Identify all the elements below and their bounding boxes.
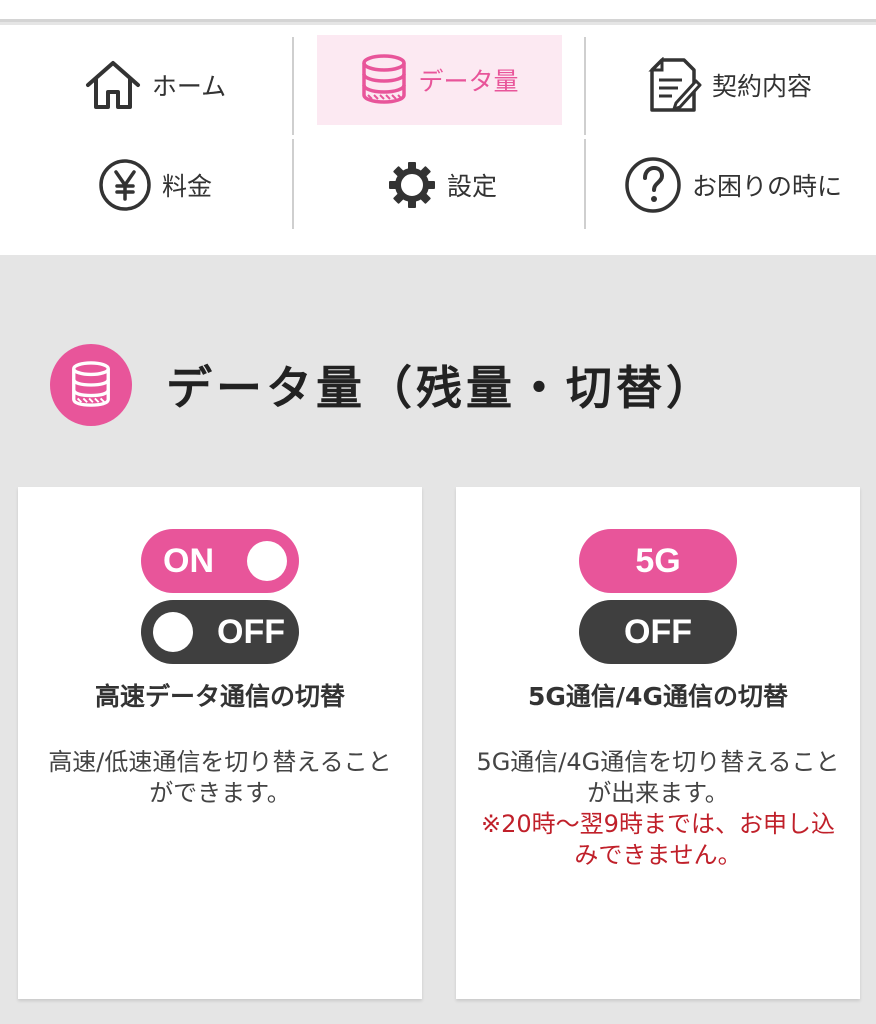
contract-document-icon	[648, 57, 702, 113]
yen-icon	[98, 158, 152, 212]
nav-divider	[584, 37, 586, 135]
card-title: 高速データ通信の切替	[94, 682, 345, 711]
speed-switch-card[interactable]: ON OFF 高速データ通信の切替 高速/低速通信を切り替えることができます。	[18, 487, 422, 999]
database-icon	[50, 344, 132, 426]
5g-switch-card[interactable]: 5G OFF 5G通信/4G通信の切替 5G通信/4G通信を切り替えることが出来…	[456, 487, 860, 999]
question-icon	[624, 156, 682, 214]
nav-help[interactable]: お困りの時に	[600, 137, 866, 233]
on-label: ON	[163, 541, 214, 580]
toggle-knob	[247, 541, 287, 581]
card-description: 5G通信/4G通信を切り替えることが出来ます。	[476, 748, 840, 807]
nav-fee-label: 料金	[161, 172, 212, 201]
nav-settings-label: 設定	[446, 172, 497, 201]
card-title: 5G通信/4G通信の切替	[528, 682, 788, 711]
nav-data-label: データ量	[418, 67, 519, 96]
home-icon	[84, 59, 142, 111]
off-label: OFF	[217, 612, 285, 651]
card-time-note: ※20時～翌9時までは、お申し込みできません。	[481, 810, 835, 869]
on-toggle-badge: ON	[141, 529, 299, 593]
nav-home-label: ホーム	[151, 72, 227, 101]
page-title: データ量（残量・切替）	[166, 361, 716, 415]
toggle-knob	[153, 612, 193, 652]
card-description: 高速/低速通信を切り替えることができます。	[48, 748, 392, 807]
off-badge: OFF	[579, 600, 737, 664]
nav-data[interactable]: データ量	[317, 35, 562, 125]
nav-settings[interactable]: 設定	[312, 137, 572, 233]
nav-divider	[584, 139, 586, 229]
off-label: OFF	[624, 612, 692, 651]
5g-badge: 5G	[579, 529, 737, 593]
nav-contract-label: 契約内容	[711, 72, 812, 101]
5g-label: 5G	[635, 541, 681, 580]
nav-home[interactable]: ホーム	[20, 35, 290, 135]
nav-divider	[292, 37, 294, 135]
nav-fee[interactable]: 料金	[20, 137, 290, 233]
nav-help-label: お困りの時に	[691, 172, 842, 201]
nav-contract[interactable]: 契約内容	[600, 35, 860, 135]
database-icon	[360, 53, 408, 107]
nav-divider	[292, 139, 294, 229]
section-heading: データ量（残量・切替）	[50, 340, 850, 430]
off-toggle-badge: OFF	[141, 600, 299, 664]
top-bar	[0, 0, 876, 22]
gear-icon	[387, 160, 437, 210]
main-nav: ホーム データ量 契約内容 料金 設定 お困りの時に	[0, 25, 876, 255]
